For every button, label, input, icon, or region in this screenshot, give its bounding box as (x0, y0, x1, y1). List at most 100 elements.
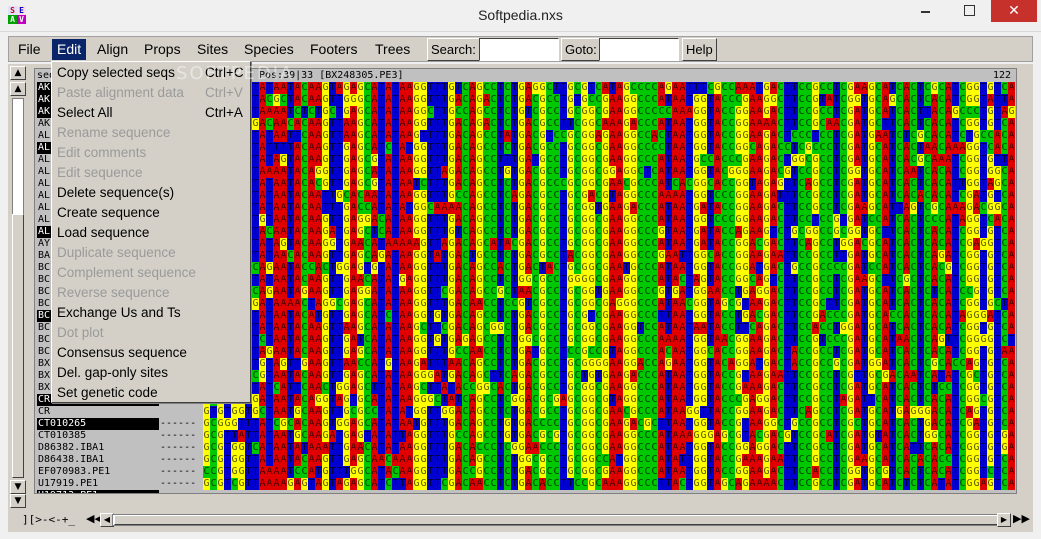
alignment-grid[interactable]: GCGTGGTTATAATACAAGTAGAGCATATAAGGTTTGTCAG… (203, 82, 1015, 490)
nucleotide-cell: T (378, 466, 385, 478)
close-button[interactable]: ✕ (991, 0, 1037, 22)
nucleotide-cell: A (1008, 382, 1015, 394)
edit-menu-item[interactable]: Del. gap-only sites (54, 363, 248, 383)
horizontal-scroll-thumb[interactable] (114, 515, 1004, 525)
nucleotide-cell: T (441, 274, 448, 286)
nucleotide-cell: C (532, 142, 539, 154)
nucleotide-cell: T (511, 202, 518, 214)
menu-edit[interactable]: Edit (52, 39, 87, 60)
vertical-scrollbar[interactable]: ▲ ▲ ▼ ▼ (8, 64, 28, 510)
scroll-down-icon[interactable]: ▼ (10, 480, 26, 494)
menu-align[interactable]: Align (92, 39, 133, 60)
edit-menu-item[interactable]: Exchange Us and Ts (54, 303, 248, 323)
nucleotide-cell: C (777, 130, 784, 142)
nucleotide-cell: G (539, 214, 546, 226)
nucleotide-cell: T (329, 466, 336, 478)
menu-props[interactable]: Props (139, 39, 186, 60)
nucleotide-cell: G (448, 238, 455, 250)
nucleotide-cell: C (1001, 250, 1008, 262)
nucleotide-cell: C (819, 166, 826, 178)
sequence-name[interactable]: U17919.PE1 (37, 478, 159, 490)
nucleotide-cell: G (567, 190, 574, 202)
bottom-nav-label[interactable]: ][>-<-+_ (22, 513, 75, 527)
nucleotide-cell: T (833, 322, 840, 334)
nucleotide-cell: A (259, 94, 266, 106)
edit-menu-item[interactable]: Set genetic code (54, 383, 248, 403)
nucleotide-cell: G (420, 286, 427, 298)
goto-button[interactable]: Goto: (561, 38, 601, 61)
nucleotide-cell: T (784, 478, 791, 490)
scroll-last-icon[interactable]: ▶▶ (1013, 512, 1030, 526)
nucleotide-cell: C (728, 478, 735, 490)
menu-trees[interactable]: Trees (370, 39, 415, 60)
sequence-name[interactable]: U19713.PE1 (37, 490, 159, 493)
help-button[interactable]: Help (682, 38, 717, 61)
edit-menu-item-label: Edit comments (57, 145, 147, 160)
sequence-name[interactable]: CT010385 (37, 430, 159, 442)
search-button[interactable]: Search: (427, 38, 480, 61)
nucleotide-cell: G (854, 466, 861, 478)
edit-menu-item[interactable]: Select All Ctrl+A (54, 103, 248, 123)
nucleotide-cell: C (875, 346, 882, 358)
vertical-scroll-thumb[interactable] (12, 214, 24, 478)
nucleotide-cell: C (574, 214, 581, 226)
nucleotide-cell: G (476, 226, 483, 238)
goto-input[interactable] (599, 38, 679, 61)
nucleotide-cell: C (819, 406, 826, 418)
nucleotide-cell: A (714, 478, 721, 490)
menu-sites[interactable]: Sites (192, 39, 233, 60)
nucleotide-cell: A (406, 190, 413, 202)
sequence-name[interactable]: CT010265 (37, 418, 159, 430)
sequence-name[interactable]: D86382.IBA1 (37, 442, 159, 454)
scroll-top-icon[interactable]: ▲ (10, 66, 26, 80)
scroll-up-icon[interactable]: ▲ (10, 82, 26, 96)
nucleotide-cell: T (378, 334, 385, 346)
search-input[interactable] (479, 38, 559, 61)
edit-menu-item[interactable]: Load sequence (54, 223, 248, 243)
edit-menu-item[interactable]: Delete sequence(s) (54, 183, 248, 203)
maximize-button[interactable] (947, 0, 991, 22)
nucleotide-cell: A (371, 166, 378, 178)
edit-menu-item[interactable]: Consensus sequence (54, 343, 248, 363)
nucleotide-cell: C (707, 178, 714, 190)
nucleotide-cell: G (476, 454, 483, 466)
nucleotide-cell: T (665, 94, 672, 106)
nucleotide-cell: G (567, 406, 574, 418)
nucleotide-cell: A (294, 274, 301, 286)
nucleotide-cell: T (861, 406, 868, 418)
nucleotide-cell: G (987, 334, 994, 346)
scroll-right-icon[interactable]: ▶ (997, 513, 1011, 527)
nucleotide-cell: A (469, 142, 476, 154)
nucleotide-cell: T (287, 346, 294, 358)
nucleotide-cell: T (686, 226, 693, 238)
nucleotide-cell: C (553, 346, 560, 358)
nucleotide-cell: G (966, 370, 973, 382)
nucleotide-cell: C (910, 466, 917, 478)
nucleotide-cell: C (910, 334, 917, 346)
scroll-bottom-icon[interactable]: ▼ (10, 494, 26, 508)
nucleotide-cell: G (525, 274, 532, 286)
nucleotide-cell: C (826, 214, 833, 226)
sequence-name[interactable]: EF070983.PE1 (37, 466, 159, 478)
minimize-button[interactable] (903, 0, 947, 22)
nucleotide-cell: A (308, 82, 315, 94)
nucleotide-cell: T (252, 166, 259, 178)
nucleotide-cell: T (994, 94, 1001, 106)
nucleotide-cell: T (336, 322, 343, 334)
nucleotide-cell: A (315, 358, 322, 370)
nucleotide-cell: C (805, 286, 812, 298)
nucleotide-cell: G (847, 442, 854, 454)
menu-file[interactable]: File (13, 39, 46, 60)
nucleotide-cell: A (658, 394, 665, 406)
menu-footers[interactable]: Footers (305, 39, 362, 60)
nucleotide-cell: C (728, 430, 735, 442)
edit-menu-item[interactable]: Create sequence (54, 203, 248, 223)
menu-species[interactable]: Species (239, 39, 299, 60)
nucleotide-cell: G (847, 334, 854, 346)
nucleotide-cell: C (826, 82, 833, 94)
sequence-name[interactable]: D86438.IBA1 (37, 454, 159, 466)
nucleotide-cell: G (539, 238, 546, 250)
nucleotide-cell: T (378, 178, 385, 190)
nucleotide-cell: T (336, 430, 343, 442)
sequence-name[interactable]: CR (37, 406, 159, 418)
